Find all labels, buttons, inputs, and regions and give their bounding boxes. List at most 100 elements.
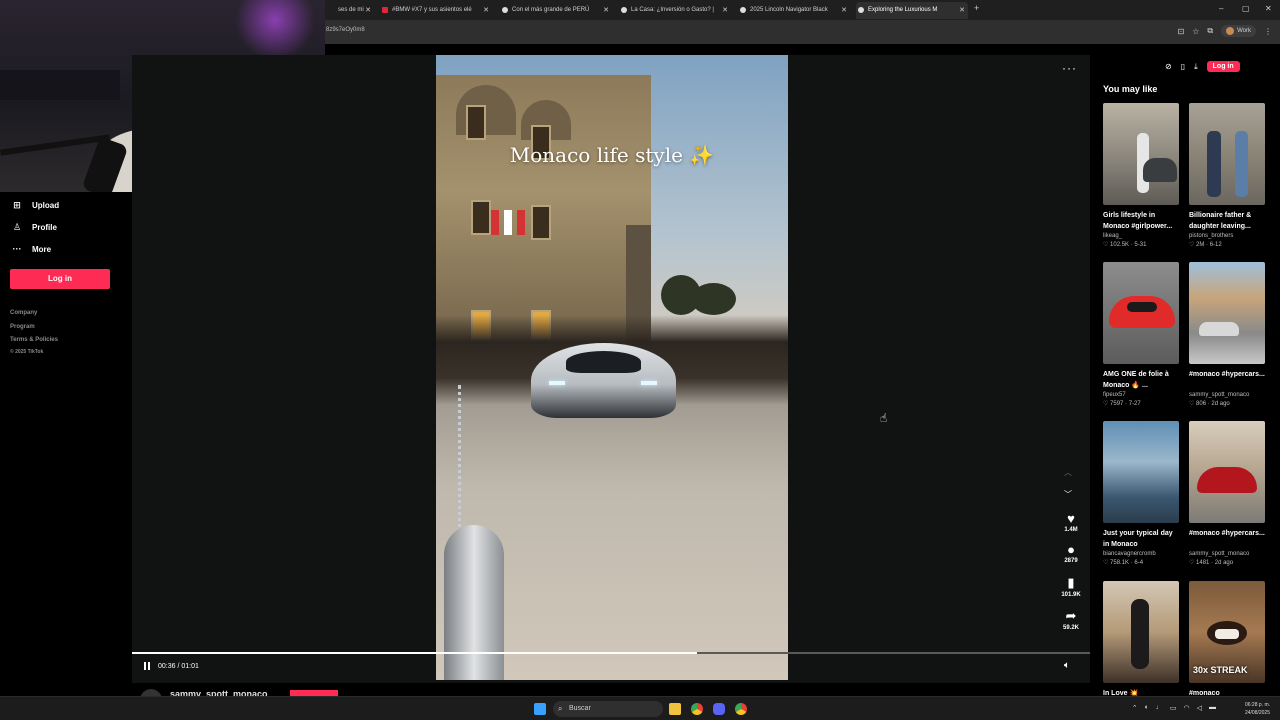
save-button[interactable]: ▮ 101.9K: [1056, 575, 1086, 598]
comment-button[interactable]: ● 2879: [1056, 542, 1086, 564]
tab-search-icon[interactable]: ⧉: [1207, 26, 1213, 36]
progress-fill: [132, 652, 698, 654]
tiktok-icon: [621, 7, 627, 13]
minimize-icon[interactable]: –: [1219, 4, 1223, 13]
progress-bar[interactable]: [132, 652, 1090, 654]
more-options-icon[interactable]: ···: [1062, 61, 1077, 75]
windows-taskbar: ⌕ Buscar ⌃ ◐ ♩ ▭ ◠ ◁ ▬ 06:28 p. m. 24/08/2…: [0, 696, 1280, 720]
video-thumbnail[interactable]: [1189, 421, 1265, 523]
login-button[interactable]: Log in: [1206, 61, 1240, 72]
recommended-card[interactable]: Billionaire father & daughter leaving...…: [1189, 103, 1265, 248]
video-thumbnail[interactable]: [1189, 262, 1265, 364]
discord-icon[interactable]: [713, 703, 725, 715]
avatar[interactable]: [140, 689, 162, 696]
recommended-card[interactable]: Just your typical day in Monaco biancava…: [1103, 421, 1179, 566]
pause-icon[interactable]: [144, 662, 150, 670]
share-arrow-icon: ➦: [1065, 608, 1077, 623]
close-tab-icon[interactable]: ✕: [841, 2, 847, 19]
sidebar-item-profile[interactable]: ♙ Profile: [12, 222, 57, 233]
close-tab-icon[interactable]: ✕: [722, 2, 728, 19]
install-icon[interactable]: ⊡: [1178, 27, 1185, 36]
speaker-icon[interactable]: ◁: [1197, 704, 1202, 712]
microphone-icon[interactable]: ♩: [1156, 704, 1163, 712]
taskbar-search[interactable]: ⌕ Buscar: [553, 701, 663, 717]
browser-tab[interactable]: 2025 Lincoln Navigator Black ✕: [738, 2, 850, 19]
section-title: You may like: [1103, 84, 1158, 94]
footer-link-company[interactable]: Company: [10, 310, 37, 316]
close-tab-icon[interactable]: ✕: [365, 2, 371, 19]
video-frame[interactable]: Monaco life style ✨: [436, 55, 788, 680]
close-tab-icon[interactable]: ✕: [603, 2, 609, 19]
heart-icon: ♥: [1067, 511, 1075, 526]
coin-icon[interactable]: ⊘: [1165, 62, 1172, 71]
footer-link-program[interactable]: Program: [10, 324, 35, 330]
recommended-card[interactable]: 30x STREAK #monaco: [1189, 581, 1265, 710]
video-thumbnail[interactable]: [1103, 581, 1179, 683]
car: [531, 343, 676, 418]
wifi-icon[interactable]: ◠: [1184, 704, 1190, 712]
network-icon[interactable]: ◐: [1145, 704, 1149, 712]
video-thumbnail[interactable]: 30x STREAK: [1189, 581, 1265, 683]
sidebar-item-upload[interactable]: ⊞ Upload: [12, 200, 59, 211]
footer-link-terms[interactable]: Terms & Policies: [10, 337, 58, 343]
recommended-card[interactable]: In Love 💥: [1103, 581, 1179, 710]
chrome-icon[interactable]: [691, 703, 703, 715]
ellipsis-icon: ···: [12, 244, 22, 254]
tiktok-icon: [740, 7, 746, 13]
tiktok-icon: [502, 7, 508, 13]
notification-icon[interactable]: ▭: [1170, 704, 1177, 712]
recommended-card[interactable]: Girls lifestyle in Monaco #girlpower... …: [1103, 103, 1179, 248]
author-strip: sammy_spott_monaco: [140, 689, 380, 696]
volume-icon[interactable]: 🔈︎: [1064, 660, 1070, 671]
browser-tab[interactable]: Con el más grande de PERÚ ✕: [500, 2, 612, 19]
top-right-actions: ⊘ ▯ ⤓ Log in: [1165, 61, 1240, 72]
close-tab-icon[interactable]: ✕: [483, 2, 489, 19]
share-button[interactable]: ➦ 59.2K: [1056, 608, 1086, 631]
video-caption: Monaco life style ✨: [509, 143, 715, 167]
like-button[interactable]: ♥ 1.4M: [1056, 511, 1086, 533]
browser-tab-active[interactable]: Exploring the Luxurious M ✕: [856, 2, 968, 19]
menu-dots-icon[interactable]: ⋮: [1264, 27, 1272, 36]
recommended-card[interactable]: AMG ONE de folie à Monaco 🔥 ... fipeux57…: [1103, 262, 1179, 407]
browser-tab[interactable]: La Casa: ¿Inversión o Gasto? | ✕: [619, 2, 731, 19]
maximize-icon[interactable]: ▢: [1242, 4, 1250, 13]
youtube-icon: [382, 7, 388, 13]
video-thumbnail[interactable]: [1103, 421, 1179, 523]
mouse-cursor-icon: ☝︎: [880, 411, 888, 425]
battery-icon[interactable]: ▬: [1209, 704, 1216, 712]
close-tab-icon[interactable]: ✕: [959, 2, 965, 19]
browser-tab[interactable]: ses de mi ✕: [326, 2, 374, 19]
chevron-up-icon[interactable]: ⌃: [1132, 704, 1138, 712]
search-icon: ⌕: [558, 704, 563, 713]
windows-start-icon[interactable]: [534, 703, 546, 715]
chevron-down-icon[interactable]: ﹀: [1064, 489, 1072, 500]
person-icon: ♙: [12, 222, 22, 232]
profile-button[interactable]: Work: [1221, 25, 1256, 37]
chevron-up-icon[interactable]: ︿: [1064, 467, 1072, 478]
device-icon[interactable]: ▯: [1181, 62, 1185, 71]
chrome-icon[interactable]: [735, 703, 747, 715]
copyright-text: © 2025 TikTok: [10, 349, 44, 355]
sidebar-item-more[interactable]: ··· More: [12, 244, 52, 254]
plus-square-icon: ⊞: [13, 200, 21, 210]
recommended-card[interactable]: #monaco #hypercars... sammy_spott_monaco…: [1189, 262, 1265, 407]
recommended-card[interactable]: #monaco #hypercars... sammy_spott_monaco…: [1189, 421, 1265, 566]
download-icon[interactable]: ⤓: [1194, 62, 1198, 72]
tiktok-icon: [858, 7, 864, 13]
avatar: [1226, 27, 1235, 35]
login-button[interactable]: Log in: [10, 269, 110, 289]
streak-badge: 30x STREAK: [1193, 665, 1248, 675]
file-explorer-icon[interactable]: [669, 703, 681, 715]
url-field[interactable]: 8z9s7eOy0m8: [326, 27, 365, 33]
close-window-icon[interactable]: ✕: [1265, 4, 1272, 13]
sparkles-icon: ✨: [689, 143, 715, 167]
video-thumbnail[interactable]: [1103, 262, 1179, 364]
author-name[interactable]: sammy_spott_monaco: [170, 689, 268, 696]
browser-tab[interactable]: #BMW #X7 y sus asientos elé ✕: [380, 2, 492, 19]
video-thumbnail[interactable]: [1189, 103, 1265, 205]
bookmark-icon: ▮: [1067, 575, 1075, 590]
video-thumbnail[interactable]: [1103, 103, 1179, 205]
new-tab-icon[interactable]: +: [974, 3, 979, 13]
taskbar-clock[interactable]: 06:28 p. m. 24/08/2025: [1245, 701, 1270, 717]
bookmark-star-icon[interactable]: ☆: [1192, 27, 1199, 36]
